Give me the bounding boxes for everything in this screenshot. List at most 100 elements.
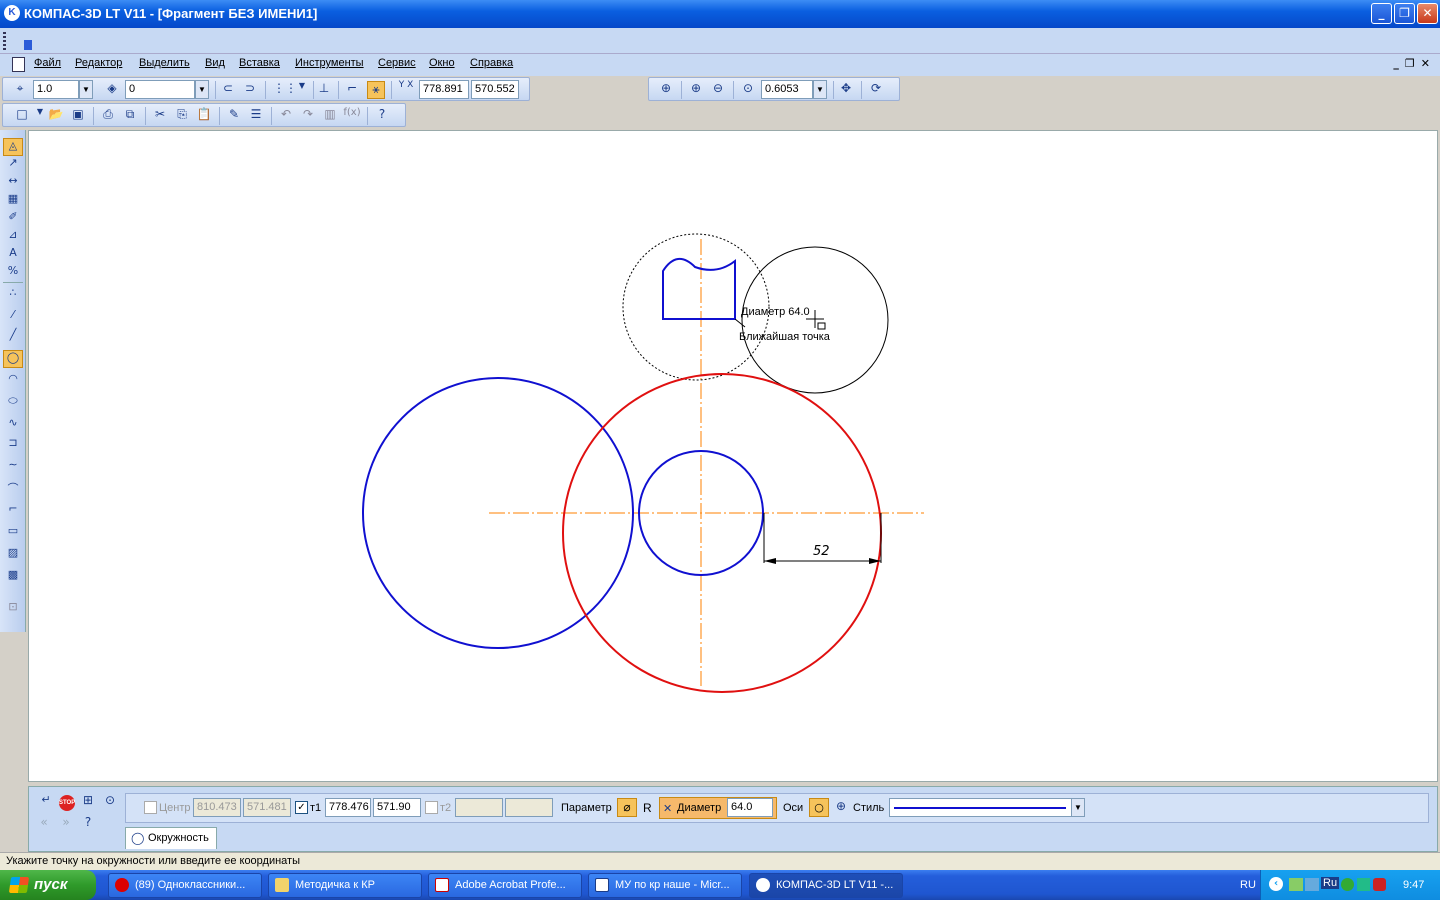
close-button[interactable]: ✕ bbox=[1417, 3, 1438, 24]
task-kompas[interactable]: КОМПАС-3D LT V11 -... bbox=[749, 873, 903, 898]
center-x-field[interactable]: 810.473 bbox=[193, 798, 241, 817]
zoom-out-icon[interactable]: ⊖ bbox=[709, 81, 727, 99]
minimize-button[interactable]: _ bbox=[1371, 3, 1392, 24]
tray-collapse-icon[interactable]: ‹ bbox=[1269, 877, 1283, 891]
profile-shape[interactable] bbox=[662, 258, 736, 320]
refresh-icon[interactable]: ⟳ bbox=[867, 81, 885, 99]
maximize-button[interactable]: ❐ bbox=[1394, 3, 1415, 24]
drawing-canvas[interactable]: 52 Диаметр 64.0 Ближайшая точка bbox=[28, 130, 1438, 782]
print-preview-icon[interactable]: ⎙ bbox=[99, 107, 117, 125]
zoom-scale-icon[interactable]: ⊙ bbox=[739, 81, 757, 99]
new-document-icon[interactable]: □ bbox=[13, 107, 31, 125]
cursor-x-input[interactable]: 778.891 bbox=[419, 80, 469, 99]
stop-icon[interactable]: STOP bbox=[59, 795, 75, 811]
document-manager-icon[interactable]: ⧉ bbox=[121, 107, 139, 125]
grid-dropdown-icon[interactable]: ▼ bbox=[293, 81, 311, 99]
segment-icon[interactable]: ╱ bbox=[3, 328, 23, 346]
geometry-tools-icon[interactable]: ◬ bbox=[3, 138, 23, 156]
properties-icon[interactable]: ☰ bbox=[247, 107, 265, 125]
variables-icon[interactable]: f(x) bbox=[343, 107, 361, 125]
auxiliary-line-icon[interactable]: ⁄ bbox=[3, 308, 23, 326]
zoom-input[interactable]: 0.6053 bbox=[761, 80, 813, 99]
spline-icon[interactable]: ∿ bbox=[3, 416, 23, 434]
circle-tool-icon[interactable]: ◯ bbox=[3, 350, 23, 368]
t1-x-field[interactable]: 778.476 bbox=[325, 798, 371, 817]
toolbar-options-icon[interactable] bbox=[24, 40, 32, 50]
menu-tools[interactable]: Инструменты bbox=[295, 57, 364, 69]
radius-mode-label[interactable]: R bbox=[643, 801, 652, 815]
t1-checkbox[interactable]: ✓ bbox=[295, 801, 308, 814]
task-opera[interactable]: (89) Одноклассники... bbox=[108, 873, 262, 898]
tray-info-icon[interactable] bbox=[1341, 878, 1354, 891]
collect-contour-icon[interactable]: ⊡ bbox=[3, 600, 23, 618]
task-word[interactable]: МУ по кр наше - Micr... bbox=[588, 873, 742, 898]
red-circle[interactable] bbox=[562, 373, 882, 693]
rectangle-icon[interactable]: ▭ bbox=[3, 524, 23, 542]
polyline-icon[interactable]: ⊐ bbox=[3, 436, 23, 454]
t2-checkbox[interactable] bbox=[425, 801, 438, 814]
help-icon[interactable]: ? bbox=[79, 815, 97, 833]
tray-network-icon[interactable] bbox=[1289, 878, 1303, 891]
zoom-dropdown-arrow[interactable]: ▼ bbox=[813, 80, 827, 99]
create-object-icon[interactable]: ↵ bbox=[37, 793, 55, 811]
pan-icon[interactable]: ✥ bbox=[837, 81, 855, 99]
fillet-icon[interactable]: ⌒ bbox=[3, 480, 23, 498]
hatch-icon[interactable]: ▨ bbox=[3, 546, 23, 564]
t2-x-field[interactable] bbox=[455, 798, 503, 817]
menu-insert[interactable]: Вставка bbox=[239, 57, 280, 69]
ortho-mode-icon[interactable]: ⌐ bbox=[343, 81, 361, 99]
dimensions-icon[interactable]: ↔ bbox=[3, 174, 23, 192]
toolbar-grip[interactable] bbox=[3, 32, 6, 50]
fill-icon[interactable]: ▩ bbox=[3, 568, 23, 586]
text-tools-icon[interactable]: A bbox=[3, 246, 23, 264]
diameter-mode-icon[interactable]: ⌀ bbox=[617, 798, 637, 817]
spec-icon[interactable]: % bbox=[3, 264, 23, 282]
chamfer-icon[interactable]: ⌐ bbox=[3, 502, 23, 520]
snap-settings-icon[interactable]: ⊃ bbox=[241, 81, 259, 99]
center-checkbox[interactable] bbox=[144, 801, 157, 814]
zoom-window-icon[interactable]: ⊕ bbox=[657, 81, 675, 99]
round-coords-icon[interactable]: ⚹ bbox=[367, 81, 385, 99]
style-select[interactable] bbox=[889, 798, 1073, 817]
layer-dropdown-arrow[interactable]: ▼ bbox=[195, 80, 209, 99]
point-icon[interactable]: ∴ bbox=[3, 286, 23, 304]
local-cs-icon[interactable]: ⊥ bbox=[315, 81, 333, 99]
tray-shield-icon[interactable] bbox=[1373, 878, 1386, 891]
menu-view[interactable]: Вид bbox=[205, 57, 225, 69]
arc-icon[interactable]: ◠ bbox=[3, 372, 23, 390]
center-y-field[interactable]: 571.481 bbox=[243, 798, 291, 817]
annotation-icon[interactable]: ⊿ bbox=[3, 228, 23, 246]
auto-create-icon[interactable]: ⊞ bbox=[79, 793, 97, 811]
document-window-controls[interactable]: _❐✕ bbox=[1393, 57, 1436, 70]
menu-edit[interactable]: Редактор bbox=[75, 57, 122, 69]
tray-antivirus-icon[interactable] bbox=[1357, 878, 1370, 891]
step-dropdown-arrow[interactable]: ▼ bbox=[79, 80, 93, 99]
task-acrobat[interactable]: Adobe Acrobat Profe... bbox=[428, 873, 582, 898]
parametrization-icon[interactable]: ▦ bbox=[3, 192, 23, 210]
no-axes-icon[interactable]: ○ bbox=[809, 798, 829, 817]
menu-window[interactable]: Окно bbox=[429, 57, 455, 69]
open-icon[interactable]: 📂 bbox=[47, 107, 65, 125]
paste-icon[interactable]: 📋 bbox=[195, 107, 213, 125]
with-axes-icon[interactable]: ⊕ bbox=[831, 798, 851, 817]
measurements-icon[interactable]: ✐ bbox=[3, 210, 23, 228]
redo-icon[interactable]: ↷ bbox=[299, 107, 317, 125]
menu-select[interactable]: Выделить bbox=[139, 57, 190, 69]
snap-step-icon[interactable]: ⌖ bbox=[11, 81, 29, 99]
bezier-icon[interactable]: ∼ bbox=[3, 458, 23, 476]
copy-properties-icon[interactable]: ✎ bbox=[225, 107, 243, 125]
help-pointer-icon[interactable]: ? bbox=[373, 107, 391, 125]
layers-icon[interactable]: ◈ bbox=[103, 81, 121, 99]
prev-object-icon[interactable]: « bbox=[35, 815, 53, 833]
language-indicator[interactable]: RU bbox=[1240, 879, 1256, 891]
layer-input[interactable]: 0 bbox=[125, 80, 195, 99]
menu-help[interactable]: Справка bbox=[470, 57, 513, 69]
cursor-y-input[interactable]: 570.552 bbox=[471, 80, 519, 99]
diameter-lock-icon[interactable]: ✕ bbox=[663, 802, 672, 815]
task-folder[interactable]: Методичка к КР bbox=[268, 873, 422, 898]
diameter-field[interactable]: 64.0 bbox=[727, 798, 773, 817]
t1-y-field[interactable]: 571.90 bbox=[373, 798, 421, 817]
undo-icon[interactable]: ↶ bbox=[277, 107, 295, 125]
library-manager-icon[interactable]: ▥ bbox=[321, 107, 339, 125]
save-icon[interactable]: ▣ bbox=[69, 107, 87, 125]
